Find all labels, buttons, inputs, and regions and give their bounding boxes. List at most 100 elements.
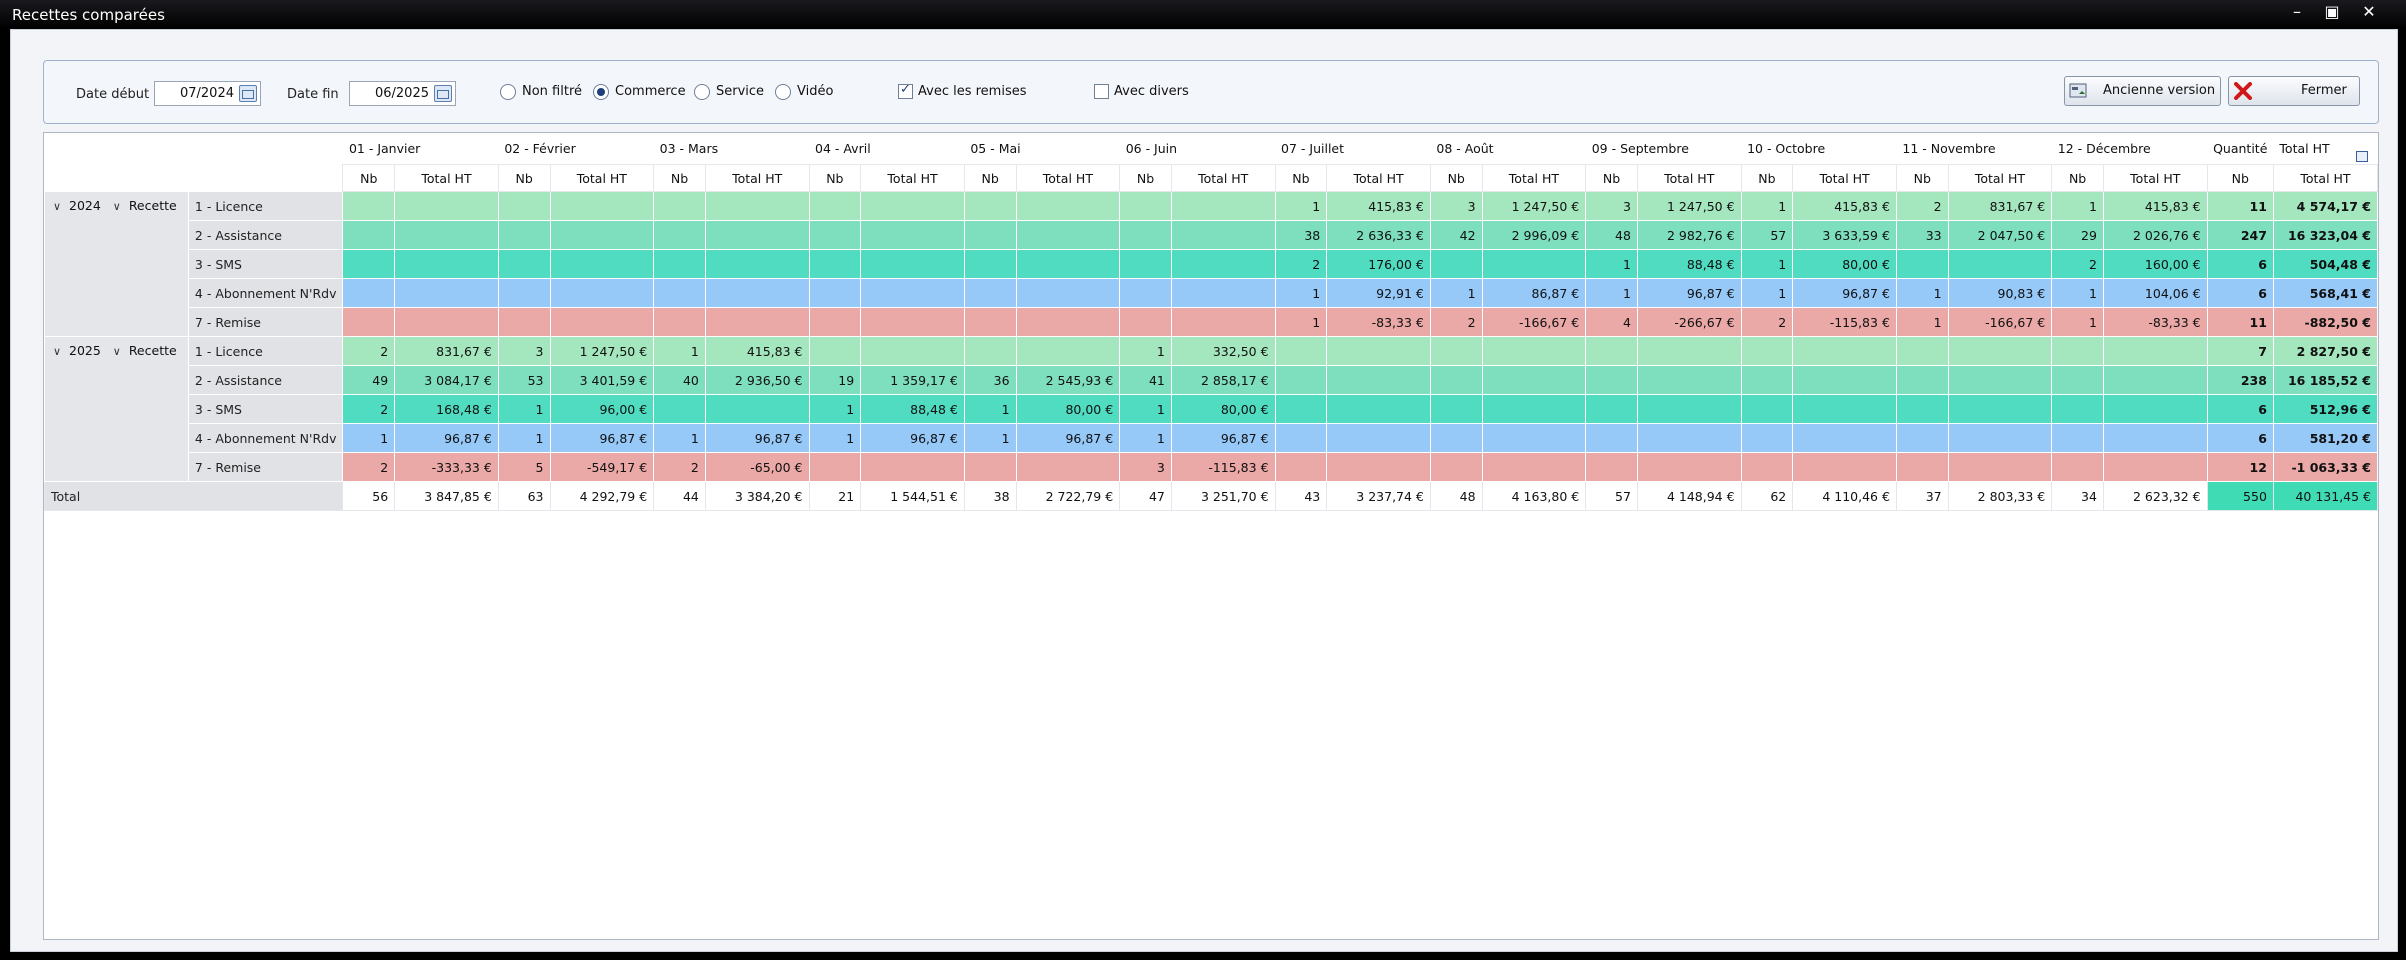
- month-header[interactable]: 09 - Septembre: [1585, 133, 1742, 165]
- nb-cell[interactable]: [808, 278, 862, 308]
- total-ht-cell[interactable]: [704, 191, 810, 221]
- nb-cell[interactable]: [1585, 394, 1638, 424]
- total-ht-cell[interactable]: [1481, 423, 1587, 453]
- nb-cell[interactable]: [2051, 365, 2104, 395]
- row-total-ht[interactable]: 568,41 €: [2272, 278, 2378, 308]
- nb-cell[interactable]: 1: [497, 394, 551, 424]
- nb-cell[interactable]: 3: [1429, 191, 1483, 221]
- row-total-ht[interactable]: 512,96 €: [2272, 394, 2378, 424]
- nb-cell[interactable]: [1119, 191, 1172, 221]
- nb-cell[interactable]: [653, 220, 706, 250]
- total-ht-column-header[interactable]: Total HT: [2102, 164, 2208, 192]
- total-ht-total-cell[interactable]: 2 623,32 €: [2102, 481, 2208, 511]
- nb-cell[interactable]: 5: [497, 452, 551, 482]
- nb-total-cell[interactable]: 34: [2051, 481, 2104, 511]
- nb-cell[interactable]: 1: [1274, 191, 1328, 221]
- total-ht-cell[interactable]: [549, 278, 655, 308]
- nb-column-header[interactable]: Nb: [1585, 164, 1638, 192]
- total-ht-cell[interactable]: 332,50 €: [1170, 336, 1276, 366]
- total-ht-cell[interactable]: [1481, 452, 1587, 482]
- total-ht-cell[interactable]: 96,87 €: [1636, 278, 1742, 308]
- row-total-ht[interactable]: 504,48 €: [2272, 249, 2378, 279]
- nb-cell[interactable]: 2: [342, 394, 396, 424]
- total-ht-cell[interactable]: [860, 191, 965, 221]
- nb-cell[interactable]: [1274, 394, 1328, 424]
- nb-cell[interactable]: [1119, 249, 1172, 279]
- nb-cell[interactable]: [1740, 423, 1794, 453]
- total-ht-cell[interactable]: 1 247,50 €: [1481, 191, 1587, 221]
- nb-cell[interactable]: 1: [1429, 278, 1483, 308]
- nb-cell[interactable]: 1: [1274, 307, 1328, 337]
- total-ht-cell[interactable]: [1947, 423, 2053, 453]
- total-ht-column-header[interactable]: Total HT: [1792, 164, 1897, 192]
- row-total-ht[interactable]: 16 323,04 €: [2272, 220, 2378, 250]
- total-ht-cell[interactable]: -333,33 €: [394, 452, 499, 482]
- nb-cell[interactable]: [1274, 423, 1328, 453]
- total-ht-cell[interactable]: 3 401,59 €: [549, 365, 655, 395]
- nb-cell[interactable]: [1274, 452, 1328, 482]
- nb-cell[interactable]: [2051, 394, 2104, 424]
- month-header[interactable]: 04 - Avril: [809, 133, 965, 165]
- month-header[interactable]: 10 - Octobre: [1741, 133, 1897, 165]
- total-ht-cell[interactable]: [1792, 423, 1897, 453]
- total-ht-cell[interactable]: [1170, 307, 1276, 337]
- total-ht-cell[interactable]: [2102, 336, 2208, 366]
- total-ht-column-header[interactable]: Total HT: [1947, 164, 2053, 192]
- nb-cell[interactable]: 40: [653, 365, 706, 395]
- nb-cell[interactable]: 2: [342, 336, 396, 366]
- nb-cell[interactable]: [1429, 452, 1483, 482]
- pivot-grid[interactable]: 01 - Janvier 02 - Février 03 - Mars 04 - Av…: [43, 132, 2379, 940]
- nb-cell[interactable]: [1585, 452, 1638, 482]
- total-ht-cell[interactable]: 96,87 €: [394, 423, 499, 453]
- nb-cell[interactable]: 1: [653, 336, 706, 366]
- nb-cell[interactable]: 3: [1585, 191, 1638, 221]
- total-ht-cell[interactable]: 176,00 €: [1326, 249, 1431, 279]
- total-ht-cell[interactable]: [704, 249, 810, 279]
- nb-column-header[interactable]: Nb: [808, 164, 862, 192]
- nb-total-cell[interactable]: 62: [1740, 481, 1794, 511]
- month-header[interactable]: 02 - Février: [498, 133, 654, 165]
- row-quantite-total[interactable]: 12: [2206, 452, 2274, 482]
- nb-cell[interactable]: [963, 191, 1017, 221]
- nb-cell[interactable]: [342, 278, 396, 308]
- total-ht-total-cell[interactable]: 4 148,94 €: [1636, 481, 1742, 511]
- month-header[interactable]: 11 - Novembre: [1896, 133, 2052, 165]
- total-ht-column-header[interactable]: Total HT: [1481, 164, 1587, 192]
- total-ht-cell[interactable]: [2102, 423, 2208, 453]
- total-ht-cell[interactable]: [1326, 336, 1431, 366]
- nb-cell[interactable]: [808, 220, 862, 250]
- nb-cell[interactable]: 1: [2051, 307, 2104, 337]
- month-header[interactable]: 03 - Mars: [653, 133, 809, 165]
- total-ht-cell[interactable]: 104,06 €: [2102, 278, 2208, 308]
- nb-column-header[interactable]: Nb: [497, 164, 551, 192]
- total-ht-cell[interactable]: [1015, 452, 1121, 482]
- row-quantite-total[interactable]: 247: [2206, 220, 2274, 250]
- row-total-ht[interactable]: 16 185,52 €: [2272, 365, 2378, 395]
- nb-total-cell[interactable]: 47: [1119, 481, 1172, 511]
- total-ht-cell[interactable]: [704, 307, 810, 337]
- total-ht-cell[interactable]: 80,00 €: [1792, 249, 1897, 279]
- nb-cell[interactable]: 3: [497, 336, 551, 366]
- total-ht-cell[interactable]: [1170, 191, 1276, 221]
- nb-total-cell[interactable]: 57: [1585, 481, 1638, 511]
- total-ht-cell[interactable]: [1015, 307, 1121, 337]
- nb-column-header[interactable]: Nb: [2051, 164, 2104, 192]
- nb-cell[interactable]: 2: [1895, 191, 1949, 221]
- nb-cell[interactable]: [1274, 365, 1328, 395]
- nb-column-header[interactable]: Nb: [1895, 164, 1949, 192]
- nb-cell[interactable]: [963, 278, 1017, 308]
- nb-cell[interactable]: [497, 191, 551, 221]
- total-ht-cell[interactable]: 96,87 €: [1792, 278, 1897, 308]
- nb-cell[interactable]: [808, 307, 862, 337]
- nb-cell[interactable]: [2051, 452, 2104, 482]
- nb-cell[interactable]: [1740, 336, 1794, 366]
- total-ht-cell[interactable]: 96,87 €: [860, 423, 965, 453]
- total-ht-total-cell[interactable]: 3 847,85 €: [394, 481, 499, 511]
- calendar-icon[interactable]: [434, 85, 452, 102]
- nb-column-header[interactable]: Nb: [1429, 164, 1483, 192]
- total-ht-cell[interactable]: 2 636,33 €: [1326, 220, 1431, 250]
- row-quantite-total[interactable]: 6: [2206, 423, 2274, 453]
- total-ht-cell[interactable]: 415,83 €: [1326, 191, 1431, 221]
- nb-cell[interactable]: [1895, 365, 1949, 395]
- nb-column-header[interactable]: Nb: [1119, 164, 1172, 192]
